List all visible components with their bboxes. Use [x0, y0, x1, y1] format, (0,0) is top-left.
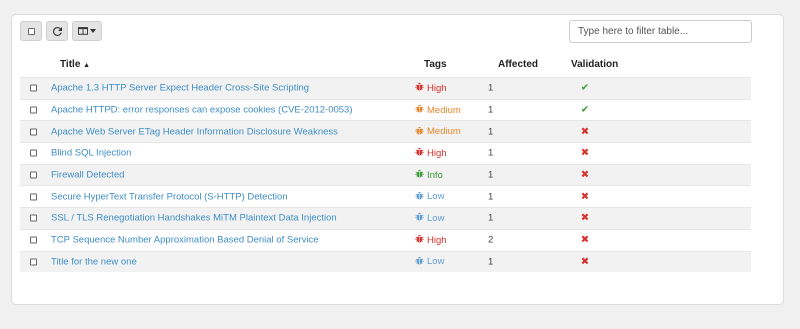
- caret-down-icon: [90, 29, 96, 33]
- severity-tag: Low: [415, 212, 444, 224]
- severity-label: High: [427, 234, 447, 246]
- check-icon: ✔: [580, 82, 590, 94]
- tags-column-header[interactable]: Tags: [424, 59, 447, 70]
- severity-tag: Low: [415, 256, 444, 268]
- severity-label: High: [427, 82, 447, 94]
- select-all-button[interactable]: [20, 21, 42, 41]
- table-row: SSL / TLS Renegotiation Handshakes MiTM …: [20, 207, 751, 229]
- affected-column-header[interactable]: Affected: [498, 59, 538, 70]
- severity-label: Low: [427, 212, 445, 224]
- table-header: Title ▲ Tags Affected Validation: [20, 59, 751, 76]
- bug-icon: [415, 256, 424, 268]
- vulnerability-title-link[interactable]: Firewall Detected: [51, 170, 124, 181]
- bug-icon: [415, 82, 424, 94]
- table-row: Secure HyperText Transfer Protocol (S-HT…: [20, 185, 751, 208]
- bug-icon: [415, 191, 424, 203]
- table-row: Apache 1.3 HTTP Server Expect Header Cro…: [20, 77, 751, 99]
- severity-label: Info: [427, 169, 443, 181]
- times-icon: ✖: [580, 169, 590, 181]
- severity-tag: High: [415, 82, 447, 94]
- vulnerability-title-link[interactable]: SSL / TLS Renegotiation Handshakes MiTM …: [51, 213, 337, 224]
- table-row: Title for the new one Low 1 ✖: [20, 250, 751, 273]
- vulnerability-title-link[interactable]: Secure HyperText Transfer Protocol (S-HT…: [51, 191, 288, 202]
- times-icon: ✖: [580, 256, 590, 268]
- row-checkbox[interactable]: [30, 149, 37, 157]
- validation-column-header[interactable]: Validation: [571, 59, 618, 70]
- refresh-button[interactable]: [46, 21, 68, 41]
- severity-tag: High: [415, 147, 447, 159]
- table-row: Firewall Detected Info 1 ✖: [20, 163, 751, 186]
- severity-label: Medium: [427, 104, 461, 116]
- vulnerability-title-link[interactable]: Title for the new one: [51, 256, 137, 267]
- check-icon: ✔: [580, 104, 590, 116]
- vulnerabilities-table-body: Apache 1.3 HTTP Server Expect Header Cro…: [20, 77, 751, 273]
- severity-tag: Low: [415, 191, 444, 203]
- row-checkbox[interactable]: [30, 236, 37, 244]
- bug-icon: [415, 169, 424, 181]
- affected-count: 1: [488, 104, 494, 116]
- columns-icon: [78, 27, 88, 35]
- affected-count: 1: [488, 212, 494, 224]
- times-icon: ✖: [580, 126, 590, 138]
- table-row: Apache HTTPD: error responses can expose…: [20, 98, 751, 121]
- bug-icon: [415, 212, 424, 224]
- table-row: Apache Web Server ETag Header Informatio…: [20, 120, 751, 143]
- affected-count: 1: [488, 126, 494, 138]
- bug-icon: [415, 104, 424, 116]
- table-row: Blind SQL Injection High 1 ✖: [20, 142, 751, 164]
- row-checkbox[interactable]: [30, 258, 37, 266]
- bug-icon: [415, 234, 424, 246]
- bug-icon: [415, 126, 424, 138]
- severity-tag: Medium: [415, 126, 461, 138]
- affected-count: 1: [488, 169, 494, 181]
- row-checkbox[interactable]: [30, 214, 37, 222]
- severity-tag: High: [415, 234, 447, 246]
- severity-label: High: [427, 147, 447, 159]
- row-checkbox[interactable]: [30, 128, 37, 136]
- severity-tag: Medium: [415, 104, 461, 116]
- severity-tag: Info: [415, 169, 443, 181]
- times-icon: ✖: [580, 234, 590, 246]
- row-checkbox[interactable]: [30, 106, 37, 114]
- affected-count: 1: [488, 82, 494, 94]
- refresh-icon: [52, 26, 62, 36]
- vulnerability-title-link[interactable]: Apache Web Server ETag Header Informatio…: [51, 126, 338, 137]
- affected-count: 2: [488, 234, 494, 246]
- affected-count: 1: [488, 147, 494, 159]
- row-checkbox[interactable]: [30, 84, 37, 92]
- severity-label: Low: [427, 256, 445, 268]
- times-icon: ✖: [580, 212, 590, 224]
- vulnerability-title-link[interactable]: Apache 1.3 HTTP Server Expect Header Cro…: [51, 83, 309, 94]
- severity-label: Low: [427, 191, 445, 203]
- times-icon: ✖: [580, 147, 590, 159]
- title-column-header[interactable]: Title ▲: [60, 59, 90, 70]
- severity-label: Medium: [427, 126, 461, 138]
- columns-dropdown-button[interactable]: [72, 21, 102, 41]
- filter-table-input[interactable]: [569, 20, 752, 43]
- vulnerability-title-link[interactable]: TCP Sequence Number Approximation Based …: [51, 235, 319, 246]
- row-checkbox[interactable]: [30, 171, 37, 179]
- times-icon: ✖: [580, 191, 590, 203]
- checkbox-icon: [27, 27, 35, 35]
- vulnerability-title-link[interactable]: Apache HTTPD: error responses can expose…: [51, 105, 353, 116]
- vulnerability-title-link[interactable]: Blind SQL Injection: [51, 148, 131, 159]
- affected-count: 1: [488, 256, 494, 268]
- sort-asc-icon: ▲: [83, 62, 91, 69]
- bug-icon: [415, 147, 424, 159]
- row-checkbox[interactable]: [30, 193, 37, 201]
- affected-count: 1: [488, 191, 494, 203]
- table-toolbar: [20, 21, 102, 41]
- table-row: TCP Sequence Number Approximation Based …: [20, 228, 751, 251]
